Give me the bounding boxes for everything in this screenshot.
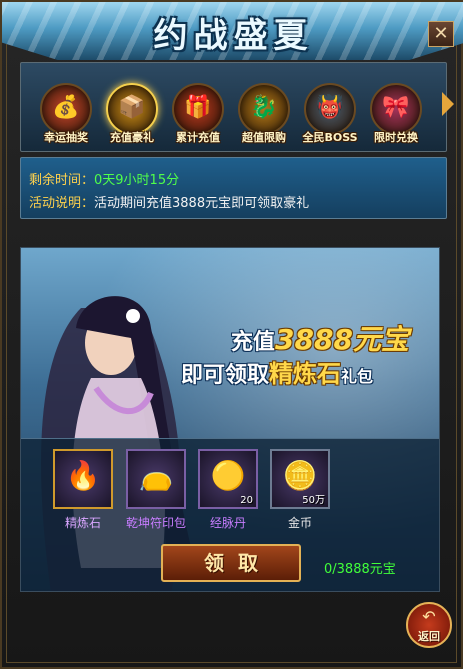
reward-slot-refining-stone[interactable]: 🔥 <box>53 449 113 509</box>
back-button-label: 返回 <box>418 630 440 643</box>
item-count: 20 <box>240 495 253 506</box>
window-title: 约战盛夏 <box>153 16 314 56</box>
activity-tab-bar: 💰 幸运抽奖 📦 充值豪礼 🎁 累计充值 🐉 超值限购 👹 全民BOSS 🎀 限… <box>20 62 447 152</box>
gold-chest-icon: 📦 <box>106 83 158 135</box>
event-window: 约战盛夏 ✕ 💰 幸运抽奖 📦 充值豪礼 🎁 累计充值 🐉 超值限购 👹 全民B… <box>0 0 463 669</box>
claim-button[interactable]: 领取 <box>161 544 301 582</box>
back-button[interactable]: ↶ 返回 <box>406 602 452 648</box>
scroll-right-arrow-icon[interactable] <box>442 92 454 116</box>
reward-name: 精炼石 <box>64 516 101 530</box>
tab-cumulative-recharge[interactable]: 🎁 累计充值 <box>167 69 229 149</box>
pink-giftbox-icon: 🎀 <box>370 83 422 135</box>
remaining-time-row: 剩余时间：0天9小时15分 <box>29 169 179 188</box>
reward-slot-meridian-pill[interactable]: 🟡 20 <box>198 449 258 509</box>
promo-line-2: 即可领取精炼石礼包 <box>181 360 374 388</box>
reward-name: 乾坤符印包 <box>125 516 186 530</box>
red-giftbox-icon: 🎁 <box>172 83 224 135</box>
tab-timed-exchange[interactable]: 🎀 限时兑换 <box>365 69 427 149</box>
tab-label: 累计充值 <box>176 131 220 144</box>
event-description-value: 活动期间充值3888元宝即可领取豪礼 <box>94 196 310 211</box>
gold-coins-icon: 🪙 <box>282 459 318 492</box>
meridian-pill-icon: 🟡 <box>210 459 246 492</box>
event-description-row: 活动说明：活动期间充值3888元宝即可领取豪礼 <box>29 192 309 211</box>
boss-monster-icon: 👹 <box>304 83 356 135</box>
seal-bag-icon: 👝 <box>138 459 174 492</box>
reward-panel: 🔥 精炼石 👝 乾坤符印包 🟡 20 经脉丹 🪙 50万 金币 领取 0/388… <box>21 438 439 591</box>
tab-label: 充值豪礼 <box>110 131 154 144</box>
item-count: 50万 <box>302 495 325 506</box>
treasure-sack-icon: 💰 <box>40 83 92 135</box>
remaining-time-value: 0天9小时15分 <box>94 173 180 188</box>
tab-label: 全民BOSS <box>302 131 358 144</box>
reward-name: 经脉丹 <box>209 516 246 530</box>
tab-recharge-gift[interactable]: 📦 充值豪礼 <box>101 69 163 149</box>
tab-world-boss[interactable]: 👹 全民BOSS <box>299 69 361 149</box>
tab-label: 限时兑换 <box>374 131 418 144</box>
reward-showcase: 充值3888元宝 即可领取精炼石礼包 🔥 精炼石 👝 乾坤符印包 🟡 20 经脉… <box>20 247 440 592</box>
tab-value-limited[interactable]: 🐉 超值限购 <box>233 69 295 149</box>
event-info-panel: 剩余时间：0天9小时15分 活动说明：活动期间充值3888元宝即可领取豪礼 <box>20 157 447 219</box>
remaining-time-label: 剩余时间： <box>29 173 95 188</box>
tab-lucky-draw[interactable]: 💰 幸运抽奖 <box>35 69 97 149</box>
reward-name: 金币 <box>287 516 312 530</box>
event-description-label: 活动说明： <box>29 196 95 211</box>
tab-label: 幸运抽奖 <box>44 131 88 144</box>
return-arrow-icon: ↶ <box>422 607 436 626</box>
reward-slot-gold-coins[interactable]: 🪙 50万 <box>270 449 330 509</box>
recharge-progress: 0/3888元宝 <box>324 562 396 577</box>
tab-label: 超值限购 <box>242 131 286 144</box>
reward-slot-seal-bag[interactable]: 👝 <box>126 449 186 509</box>
promo-line-1: 充值3888元宝 <box>231 323 409 356</box>
refining-stone-icon: 🔥 <box>65 459 101 492</box>
golden-beast-icon: 🐉 <box>238 83 290 135</box>
close-icon: ✕ <box>433 23 449 44</box>
close-button[interactable]: ✕ <box>428 21 454 47</box>
